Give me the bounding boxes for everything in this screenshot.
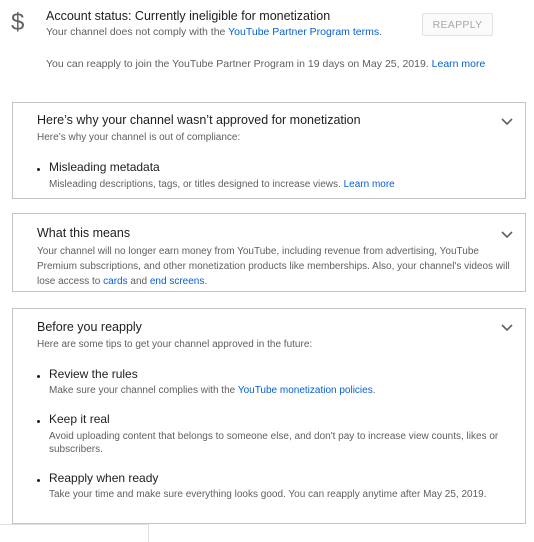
reapply-note: You can reapply to join the YouTube Part…	[46, 58, 485, 70]
bullet-dot	[37, 420, 40, 423]
chevron-down-icon[interactable]	[501, 118, 513, 126]
why-not-approved-card[interactable]: Here’s why your channel wasn’t approved …	[12, 102, 526, 199]
reapply-note-text: You can reapply to join the YouTube Part…	[46, 58, 429, 70]
footer-divider	[0, 524, 148, 525]
review-rules-desc-prefix: Make sure your channel complies with the	[49, 385, 238, 396]
misleading-metadata-desc: Misleading descriptions, tags, or titles…	[49, 178, 395, 191]
what-this-means-card[interactable]: What this means Your channel will no lon…	[12, 213, 526, 292]
bullet-dot	[37, 479, 40, 482]
account-status-title: Account status: Currently ineligible for…	[46, 9, 331, 23]
status-sub-prefix: Your channel does not comply with the	[46, 26, 229, 38]
bullet-dot	[37, 375, 40, 378]
misleading-metadata-desc-text: Misleading descriptions, tags, or titles…	[49, 179, 341, 190]
status-sub-suffix: .	[379, 26, 383, 38]
means-text-2: and	[127, 276, 150, 287]
learn-more-link[interactable]: Learn more	[432, 58, 486, 70]
end-screens-link[interactable]: end screens	[150, 276, 204, 287]
means-card-title: What this means	[37, 226, 131, 240]
partner-program-terms-link[interactable]: YouTube Partner Program terms	[228, 26, 379, 38]
footer-divider-vertical	[148, 524, 149, 542]
why-card-subtitle: Here’s why your channel is out of compli…	[37, 132, 241, 143]
review-rules-desc-suffix: .	[372, 385, 376, 396]
review-rules-desc: Make sure your channel complies with the…	[49, 384, 376, 397]
bullet-dot	[37, 168, 40, 171]
reapply-button[interactable]: REAPPLY	[422, 13, 493, 36]
review-rules-title: Review the rules	[49, 367, 138, 381]
reapply-when-ready-title: Reapply when ready	[49, 471, 159, 485]
misleading-metadata-title: Misleading metadata	[49, 160, 160, 174]
dollar-icon: $	[11, 9, 25, 36]
monetization-policies-link[interactable]: YouTube monetization policies	[238, 385, 373, 396]
before-card-subtitle: Here are some tips to get your channel a…	[37, 339, 313, 350]
means-paragraph: Your channel will no longer earn money f…	[37, 244, 517, 289]
before-card-title: Before you reapply	[37, 320, 142, 334]
means-text-3: .	[204, 276, 208, 287]
keep-it-real-desc: Avoid uploading content that belongs to …	[49, 431, 499, 455]
keep-it-real-title: Keep it real	[49, 412, 110, 426]
cards-link[interactable]: cards	[103, 276, 127, 287]
learn-more-link[interactable]: Learn more	[344, 179, 395, 190]
reapply-when-ready-desc: Take your time and make sure everything …	[49, 489, 487, 500]
chevron-down-icon[interactable]	[501, 231, 513, 239]
account-status-subtitle: Your channel does not comply with the Yo…	[46, 26, 382, 38]
why-card-title: Here’s why your channel wasn’t approved …	[37, 113, 361, 127]
before-you-reapply-card[interactable]: Before you reapply Here are some tips to…	[12, 308, 526, 524]
chevron-down-icon[interactable]	[501, 324, 513, 332]
